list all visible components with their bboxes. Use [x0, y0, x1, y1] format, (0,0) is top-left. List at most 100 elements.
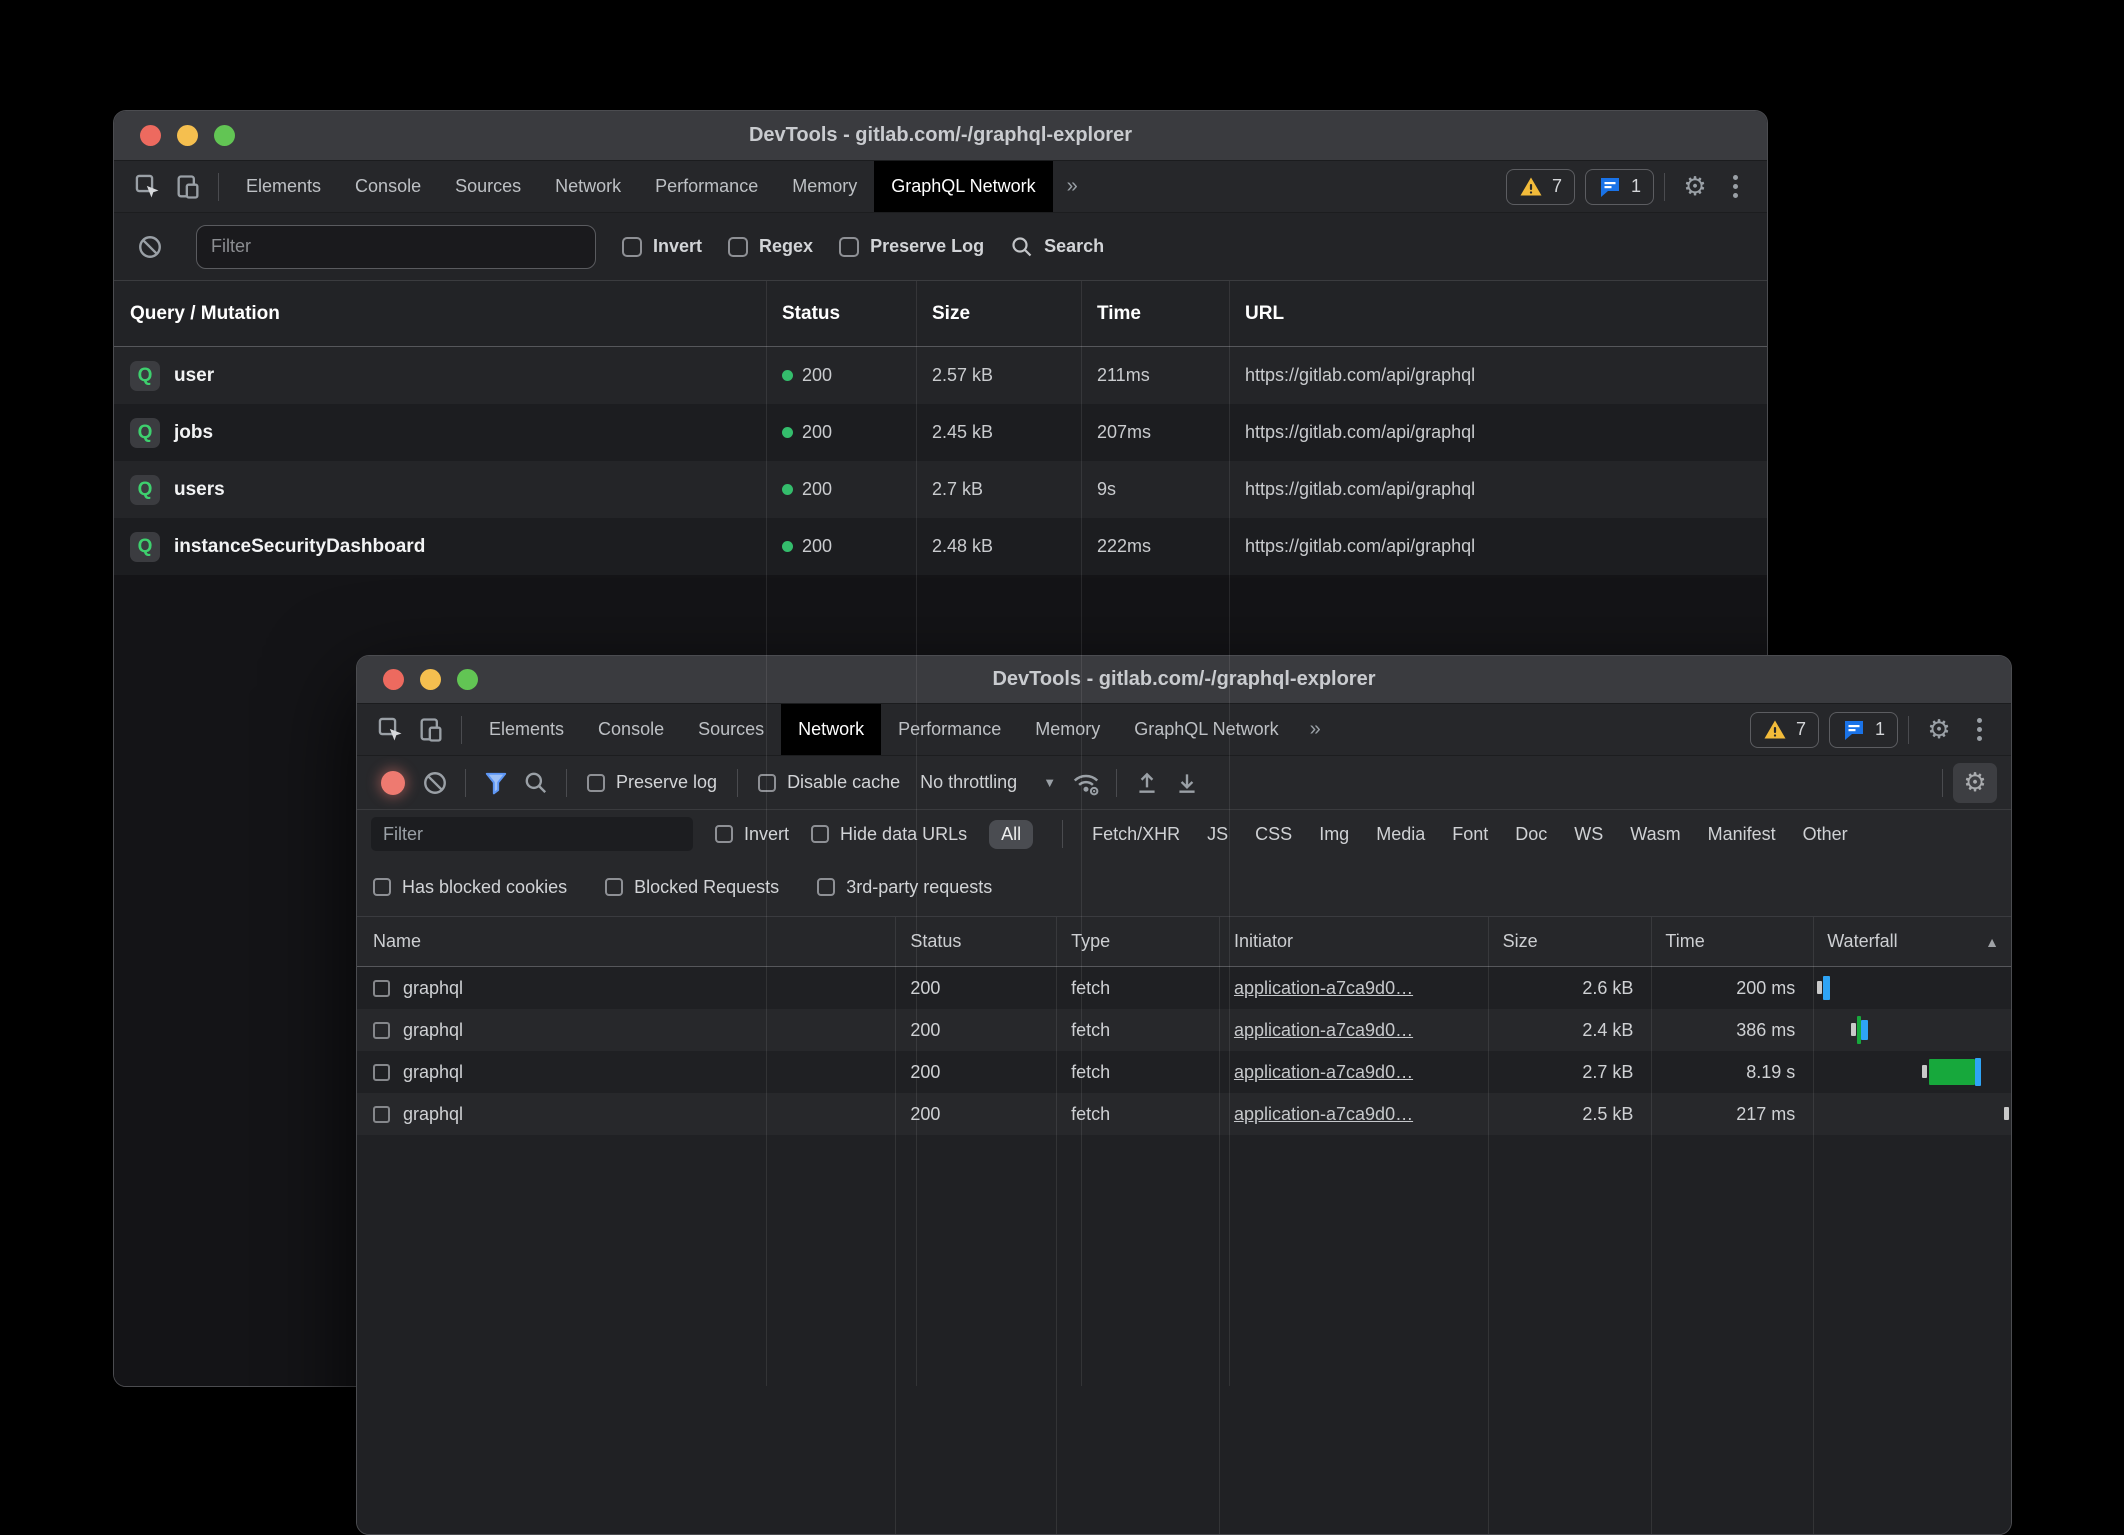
type-filter-manifest[interactable]: Manifest — [1708, 824, 1776, 845]
column-header-status[interactable]: Status — [766, 281, 916, 346]
time-cell: 217 ms — [1649, 1093, 1811, 1135]
device-toolbar-icon[interactable] — [411, 710, 451, 750]
tab-performance[interactable]: Performance — [881, 704, 1018, 755]
tab-memory[interactable]: Memory — [1018, 704, 1117, 755]
device-toolbar-icon[interactable] — [168, 167, 208, 207]
search-button[interactable]: Search — [1010, 235, 1104, 259]
type-filter-img[interactable]: Img — [1319, 824, 1349, 845]
tab-graphql-network[interactable]: GraphQL Network — [1117, 704, 1295, 755]
tab-console[interactable]: Console — [338, 161, 438, 212]
tab-performance[interactable]: Performance — [638, 161, 775, 212]
column-header-waterfall[interactable]: Waterfall ▲ — [1811, 917, 2011, 966]
tab-elements[interactable]: Elements — [472, 704, 581, 755]
type-filter-css[interactable]: CSS — [1255, 824, 1292, 845]
kebab-menu-icon[interactable] — [1715, 167, 1755, 207]
type-filter-fetch-xhr[interactable]: Fetch/XHR — [1092, 824, 1180, 845]
tab-network[interactable]: Network — [538, 161, 638, 212]
warnings-badge[interactable]: 7 — [1750, 712, 1819, 748]
more-tabs-icon[interactable]: » — [1053, 175, 1092, 198]
tab-sources[interactable]: Sources — [438, 161, 538, 212]
initiator-link[interactable]: application-a7ca9d0… — [1234, 1104, 1413, 1125]
tab-console[interactable]: Console — [581, 704, 681, 755]
inspect-icon[interactable] — [128, 167, 168, 207]
disable-cache-checkbox[interactable]: Disable cache — [758, 772, 900, 793]
search-icon[interactable] — [516, 763, 556, 803]
tab-network[interactable]: Network — [781, 704, 881, 755]
table-row[interactable]: graphql 200 fetch application-a7ca9d0… 2… — [357, 1093, 2011, 1135]
clear-icon[interactable] — [415, 763, 455, 803]
zoom-button[interactable] — [214, 125, 235, 146]
type-filter-ws[interactable]: WS — [1574, 824, 1603, 845]
column-header-status[interactable]: Status — [894, 917, 1055, 966]
tab-graphql-network[interactable]: GraphQL Network — [874, 161, 1052, 212]
tab-elements[interactable]: Elements — [229, 161, 338, 212]
filter-input[interactable] — [371, 817, 693, 851]
third-party-requests-checkbox[interactable]: 3rd-party requests — [817, 877, 992, 898]
network-conditions-icon[interactable] — [1066, 763, 1106, 803]
issues-badge[interactable]: 1 — [1585, 169, 1654, 205]
export-har-icon[interactable] — [1167, 763, 1207, 803]
type-filter-doc[interactable]: Doc — [1515, 824, 1547, 845]
column-header-size[interactable]: Size — [1487, 917, 1650, 966]
settings-gear-icon[interactable]: ⚙ — [1919, 710, 1959, 750]
table-row[interactable]: Q jobs 200 2.45 kB 207ms https://gitlab.… — [114, 404, 1767, 461]
table-row[interactable]: graphql 200 fetch application-a7ca9d0… 2… — [357, 1009, 2011, 1051]
minimize-button[interactable] — [420, 669, 441, 690]
type-filter-js[interactable]: JS — [1207, 824, 1228, 845]
preserve-log-checkbox[interactable]: Preserve Log — [839, 236, 984, 257]
column-header-type[interactable]: Type — [1055, 917, 1218, 966]
row-checkbox[interactable] — [373, 1106, 390, 1123]
issues-badge[interactable]: 1 — [1829, 712, 1898, 748]
has-blocked-cookies-checkbox[interactable]: Has blocked cookies — [373, 877, 567, 898]
table-row[interactable]: Q user 200 2.57 kB 211ms https://gitlab.… — [114, 347, 1767, 404]
hide-data-urls-checkbox[interactable]: Hide data URLs — [811, 824, 967, 845]
blocked-requests-checkbox[interactable]: Blocked Requests — [605, 877, 779, 898]
row-checkbox[interactable] — [373, 980, 390, 997]
type-filter-font[interactable]: Font — [1452, 824, 1488, 845]
column-header-size[interactable]: Size — [916, 281, 1081, 346]
close-button[interactable] — [140, 125, 161, 146]
table-row[interactable]: graphql 200 fetch application-a7ca9d0… 2… — [357, 967, 2011, 1009]
clear-icon[interactable] — [130, 227, 170, 267]
settings-gear-icon[interactable]: ⚙ — [1675, 167, 1715, 207]
table-row[interactable]: graphql 200 fetch application-a7ca9d0… 2… — [357, 1051, 2011, 1093]
network-settings-gear-icon[interactable]: ⚙ — [1953, 763, 1997, 803]
type-filter-media[interactable]: Media — [1376, 824, 1425, 845]
column-header-url[interactable]: URL — [1229, 281, 1767, 346]
throttling-select[interactable]: No throttling ▼ — [920, 772, 1056, 793]
column-header-time[interactable]: Time — [1081, 281, 1229, 346]
invert-checkbox[interactable]: Invert — [715, 824, 789, 845]
filter-funnel-icon[interactable] — [476, 763, 516, 803]
minimize-button[interactable] — [177, 125, 198, 146]
filter-input[interactable] — [196, 225, 596, 269]
row-checkbox[interactable] — [373, 1022, 390, 1039]
inspect-icon[interactable] — [371, 710, 411, 750]
column-header-name[interactable]: Name — [357, 917, 894, 966]
regex-checkbox[interactable]: Regex — [728, 236, 813, 257]
divider — [1116, 769, 1117, 797]
type-filter-other[interactable]: Other — [1803, 824, 1848, 845]
column-header-time[interactable]: Time — [1649, 917, 1811, 966]
invert-checkbox[interactable]: Invert — [622, 236, 702, 257]
import-har-icon[interactable] — [1127, 763, 1167, 803]
zoom-button[interactable] — [457, 669, 478, 690]
row-checkbox[interactable] — [373, 1064, 390, 1081]
type-filter-all[interactable]: All — [989, 820, 1033, 849]
record-button[interactable] — [381, 771, 405, 795]
initiator-link[interactable]: application-a7ca9d0… — [1234, 1062, 1413, 1083]
status-cell: 200 — [766, 518, 916, 575]
kebab-menu-icon[interactable] — [1959, 710, 1999, 750]
more-tabs-icon[interactable]: » — [1296, 718, 1335, 741]
type-filter-wasm[interactable]: Wasm — [1630, 824, 1680, 845]
initiator-link[interactable]: application-a7ca9d0… — [1234, 978, 1413, 999]
tab-sources[interactable]: Sources — [681, 704, 781, 755]
tab-memory[interactable]: Memory — [775, 161, 874, 212]
column-header-initiator[interactable]: Initiator — [1218, 917, 1487, 966]
close-button[interactable] — [383, 669, 404, 690]
column-header-query-mutation[interactable]: Query / Mutation — [114, 281, 766, 346]
preserve-log-checkbox[interactable]: Preserve log — [587, 772, 717, 793]
table-row[interactable]: Q users 200 2.7 kB 9s https://gitlab.com… — [114, 461, 1767, 518]
initiator-link[interactable]: application-a7ca9d0… — [1234, 1020, 1413, 1041]
table-row[interactable]: Q instanceSecurityDashboard 200 2.48 kB … — [114, 518, 1767, 575]
warnings-badge[interactable]: 7 — [1506, 169, 1575, 205]
